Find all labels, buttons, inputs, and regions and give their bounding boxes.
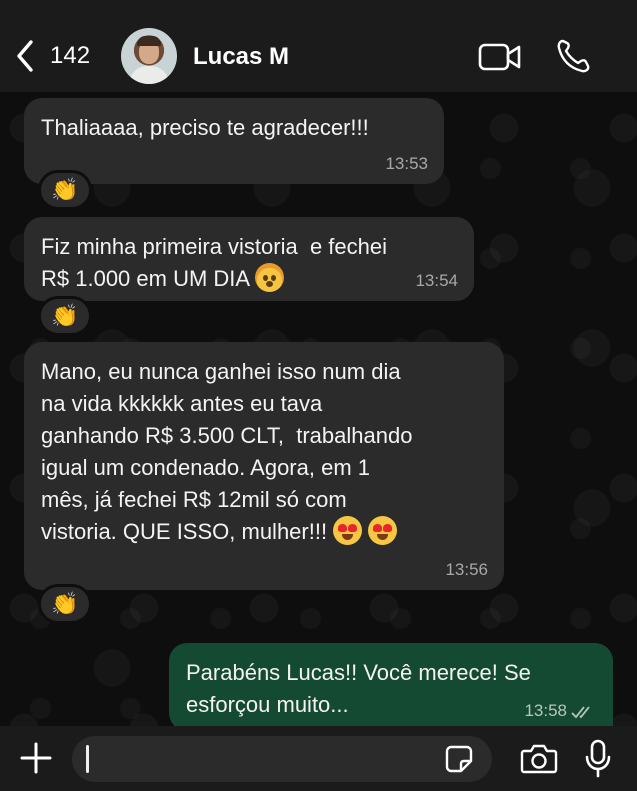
message-time: 13:53: [385, 154, 428, 173]
reaction-badge[interactable]: 👏: [38, 296, 92, 336]
avatar[interactable]: [121, 28, 177, 84]
contact-name[interactable]: Lucas M: [193, 43, 289, 71]
chevron-left-icon: [17, 40, 33, 72]
back-button[interactable]: 142: [14, 36, 104, 76]
text-cursor: [86, 745, 89, 773]
camera-icon[interactable]: [520, 743, 558, 775]
double-check-icon: [571, 705, 590, 718]
sticker-icon[interactable]: [445, 745, 473, 773]
heart-eyes-emoji-icon: [333, 516, 363, 545]
message-text: R$ 1.000 em UM DIA: [41, 266, 249, 291]
reaction-badge[interactable]: 👏: [38, 584, 92, 624]
heart-eyes-emoji-icon: [368, 516, 398, 545]
message-bubble-incoming[interactable]: Thaliaaaa, preciso te agradecer!!! 13:53: [24, 98, 444, 184]
mic-icon[interactable]: [584, 739, 612, 779]
clapping-hands-icon: 👏: [51, 177, 79, 202]
plus-icon[interactable]: [18, 740, 54, 776]
message-input[interactable]: [72, 736, 492, 782]
clapping-hands-icon: 👏: [51, 591, 79, 616]
message-time: 13:54: [415, 271, 458, 290]
message-bubble-outgoing[interactable]: Parabéns Lucas!! Você merece! Se esforço…: [169, 643, 613, 731]
message-text: Mano, eu nunca ganhei isso num dia na vi…: [41, 359, 413, 544]
message-time: 13:56: [445, 560, 488, 579]
composer-bar: [0, 726, 637, 791]
phone-icon[interactable]: [556, 38, 590, 74]
message-text: Fiz minha primeira vistoria e fechei: [41, 234, 388, 259]
message-text: Thaliaaaa, preciso te agradecer!!!: [41, 115, 369, 140]
message-time: 13:58: [524, 701, 567, 720]
unread-count: 142: [50, 42, 91, 69]
message-bubble-incoming[interactable]: Mano, eu nunca ganhei isso num dia na vi…: [24, 342, 504, 590]
reaction-badge[interactable]: 👏: [38, 170, 92, 210]
clapping-hands-icon: 👏: [51, 303, 79, 328]
chat-header: 142 Lucas M: [0, 0, 637, 92]
message-bubble-incoming[interactable]: Fiz minha primeira vistoria e fechei R$ …: [24, 217, 474, 301]
video-call-icon[interactable]: [478, 42, 522, 72]
message-list[interactable]: Thaliaaaa, preciso te agradecer!!! 13:53…: [0, 92, 637, 731]
exploding-head-emoji-icon: [255, 263, 284, 292]
